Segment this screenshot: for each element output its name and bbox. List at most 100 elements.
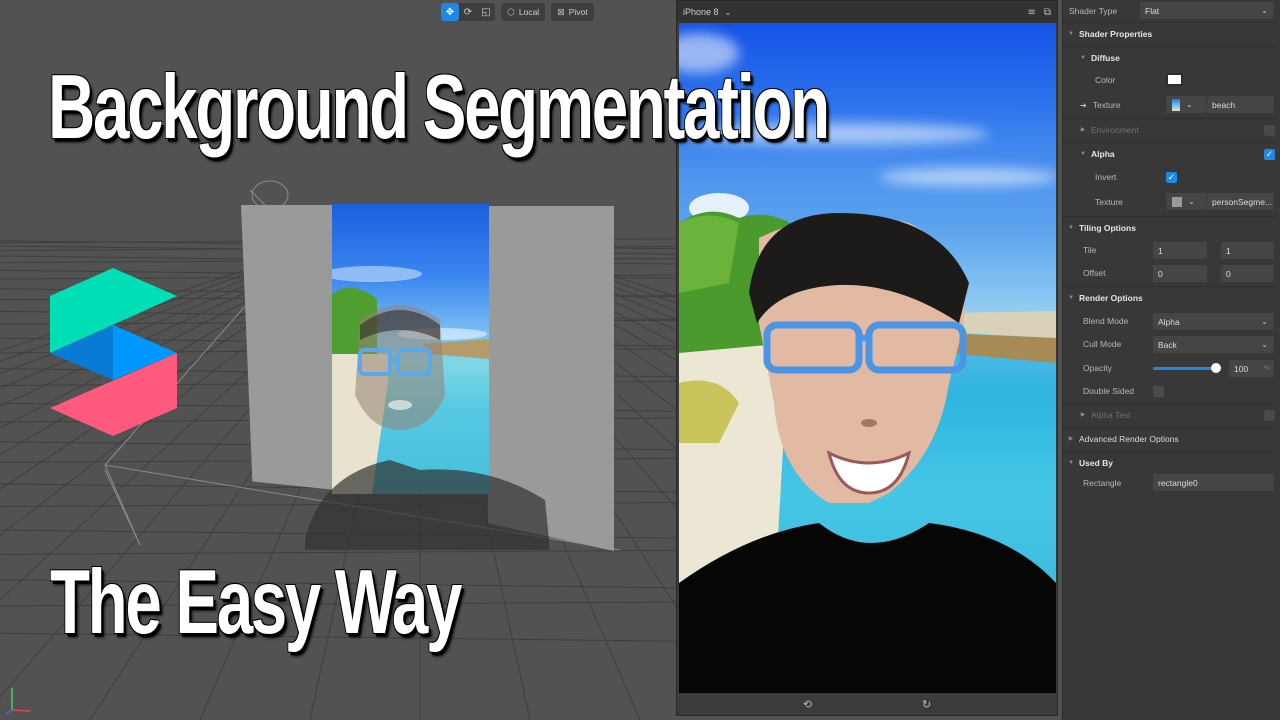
offset-y-input[interactable]: 0: [1221, 265, 1274, 282]
alpha-texture-name[interactable]: personSegme...: [1207, 193, 1274, 210]
shader-properties-header[interactable]: ▼ Shader Properties: [1063, 22, 1277, 44]
diffuse-texture-row: ➔ Texture ⌄ beach: [1063, 94, 1277, 116]
thumbnail-title: Background Segmentation: [48, 56, 830, 158]
cull-mode-label: Cull Mode: [1083, 339, 1122, 349]
alpha-texture-picker[interactable]: ⌄: [1166, 193, 1206, 210]
diffuse-color-row: Color: [1063, 69, 1277, 91]
expand-triangle-icon: ▶: [1080, 127, 1086, 133]
rectangle-label: Rectangle: [1083, 478, 1122, 488]
alpha-test-header[interactable]: ▶ Alpha Test: [1063, 403, 1277, 425]
rotate-tool-icon[interactable]: ⟳: [459, 3, 477, 21]
axis-gizmo: [5, 688, 31, 715]
local-space-button[interactable]: ⬡ Local: [501, 3, 546, 21]
rotate-device-icon[interactable]: ↻: [922, 698, 931, 711]
alpha-invert-row: Invert ✓: [1063, 166, 1277, 188]
blend-mode-label: Blend Mode: [1083, 316, 1129, 326]
camera-frustum-line: [104, 469, 141, 546]
percent-unit: %: [1263, 365, 1270, 372]
opacity-input[interactable]: 100 %: [1229, 360, 1274, 377]
opacity-slider-thumb[interactable]: [1211, 363, 1221, 373]
section-title: Shader Properties: [1079, 28, 1153, 39]
texture-label: Texture: [1092, 100, 1121, 110]
shader-type-label: Shader Type: [1069, 6, 1118, 16]
double-sided-checkbox[interactable]: [1153, 386, 1164, 397]
opacity-label: Opacity: [1083, 363, 1112, 373]
pivot-button[interactable]: ⊠ Pivot: [551, 3, 594, 21]
beach-thumbnail-icon: [1172, 98, 1180, 111]
collapse-triangle-icon: ▼: [1080, 54, 1086, 61]
move-tool-icon[interactable]: ✥: [441, 3, 459, 21]
offset-x-input[interactable]: 0: [1153, 265, 1207, 282]
blend-mode-value: Alpha: [1158, 316, 1180, 327]
blend-mode-dropdown[interactable]: Alpha ⌄: [1153, 313, 1274, 330]
alpha-test-checkbox[interactable]: [1264, 410, 1275, 421]
blend-mode-row: Blend Mode Alpha ⌄: [1063, 310, 1277, 332]
used-by-rectangle-row: Rectangle rectangle0: [1063, 472, 1277, 494]
collapse-triangle-icon: ▼: [1068, 224, 1074, 231]
section-title: Advanced Render Options: [1079, 433, 1179, 444]
shader-type-row: Shader Type Flat ⌄: [1063, 0, 1277, 22]
tile-row: Tile 1 1: [1063, 239, 1277, 261]
collapse-triangle-icon: ▼: [1068, 30, 1074, 37]
simulator-header: iPhone 8 ⌄ ≡ ⧉: [677, 1, 1057, 23]
opacity-row: Opacity 100 %: [1063, 357, 1277, 379]
collapse-triangle-icon: ▼: [1068, 459, 1074, 466]
collapse-triangle-icon: ▼: [1080, 150, 1086, 157]
shader-type-dropdown[interactable]: Flat ⌄: [1140, 2, 1274, 19]
section-title: Environment: [1091, 124, 1139, 135]
opacity-slider-track[interactable]: [1153, 367, 1215, 370]
section-title: Alpha: [1091, 148, 1115, 159]
cull-mode-dropdown[interactable]: Back ⌄: [1153, 336, 1274, 353]
device-name: iPhone 8: [683, 7, 719, 17]
shader-type-value: Flat: [1145, 5, 1160, 16]
alpha-header[interactable]: ▼ Alpha ✓: [1063, 142, 1277, 164]
used-by-object-link[interactable]: rectangle0: [1153, 474, 1274, 491]
color-label: Color: [1095, 75, 1116, 85]
chevron-down-icon: ⌄: [724, 7, 732, 17]
double-sided-label: Double Sided: [1083, 386, 1135, 396]
inspector-panel: Shader Type Flat ⌄ ▼ Shader Properties ▼…: [1062, 0, 1280, 720]
spark-ar-logo: [50, 268, 177, 436]
environment-header[interactable]: ▶ Environment: [1063, 118, 1277, 140]
menu-icon[interactable]: ≡: [1027, 7, 1035, 18]
tiling-options-header[interactable]: ▼ Tiling Options: [1063, 216, 1277, 238]
chevron-down-icon: ⌄: [1261, 317, 1268, 326]
local-space-label: Local: [518, 7, 540, 17]
connect-arrow-icon[interactable]: ➔: [1080, 101, 1087, 110]
texture-label: Texture: [1095, 197, 1123, 207]
cull-mode-value: Back: [1158, 339, 1177, 350]
render-options-header[interactable]: ▼ Render Options: [1063, 286, 1277, 308]
expand-triangle-icon: ▶: [1080, 412, 1086, 418]
environment-checkbox[interactable]: [1264, 125, 1275, 136]
simulator-footer: ⟲ ↻: [677, 693, 1057, 715]
pop-out-icon[interactable]: ⧉: [1044, 7, 1051, 18]
switch-camera-icon[interactable]: ⟲: [803, 698, 812, 711]
double-sided-row: Double Sided: [1063, 380, 1277, 402]
device-dropdown[interactable]: iPhone 8 ⌄: [683, 7, 731, 17]
tile-x-input[interactable]: 1: [1153, 242, 1207, 259]
offset-row: Offset 0 0: [1063, 262, 1277, 284]
transform-tool-group: ✥ ⟳ ◱: [441, 3, 495, 21]
cull-mode-row: Cull Mode Back ⌄: [1063, 333, 1277, 355]
used-by-header[interactable]: ▼ Used By: [1063, 451, 1277, 473]
diffuse-texture-name[interactable]: beach: [1207, 96, 1274, 113]
tile-y-input[interactable]: 1: [1221, 242, 1274, 259]
app-root: ✥ ⟳ ◱ ⬡ Local ⊠ Pivot iPhone 8 ⌄ ≡ ⧉ ⟲ ↻…: [0, 0, 1280, 720]
advanced-render-options-header[interactable]: ▶ Advanced Render Options: [1063, 427, 1277, 449]
diffuse-color-swatch[interactable]: [1166, 73, 1183, 86]
alpha-texture-row: Texture ⌄ personSegme...: [1063, 191, 1277, 213]
pivot-label: Pivot: [568, 7, 588, 17]
section-title: Render Options: [1079, 292, 1143, 303]
alpha-checkbox[interactable]: ✓: [1264, 149, 1275, 160]
chevron-down-icon: ⌄: [1261, 340, 1268, 349]
scale-tool-icon[interactable]: ◱: [477, 3, 495, 21]
invert-checkbox[interactable]: ✓: [1166, 172, 1177, 183]
diffuse-header[interactable]: ▼ Diffuse: [1063, 46, 1277, 68]
diffuse-texture-picker[interactable]: ⌄: [1166, 96, 1206, 113]
image-placeholder-icon: [1172, 196, 1182, 207]
chevron-down-icon: ⌄: [1261, 6, 1268, 15]
section-title: Diffuse: [1091, 52, 1120, 63]
collapse-triangle-icon: ▼: [1068, 294, 1074, 301]
viewport-toolbar: ✥ ⟳ ◱ ⬡ Local ⊠ Pivot: [441, 3, 594, 21]
section-title: Tiling Options: [1079, 222, 1136, 233]
